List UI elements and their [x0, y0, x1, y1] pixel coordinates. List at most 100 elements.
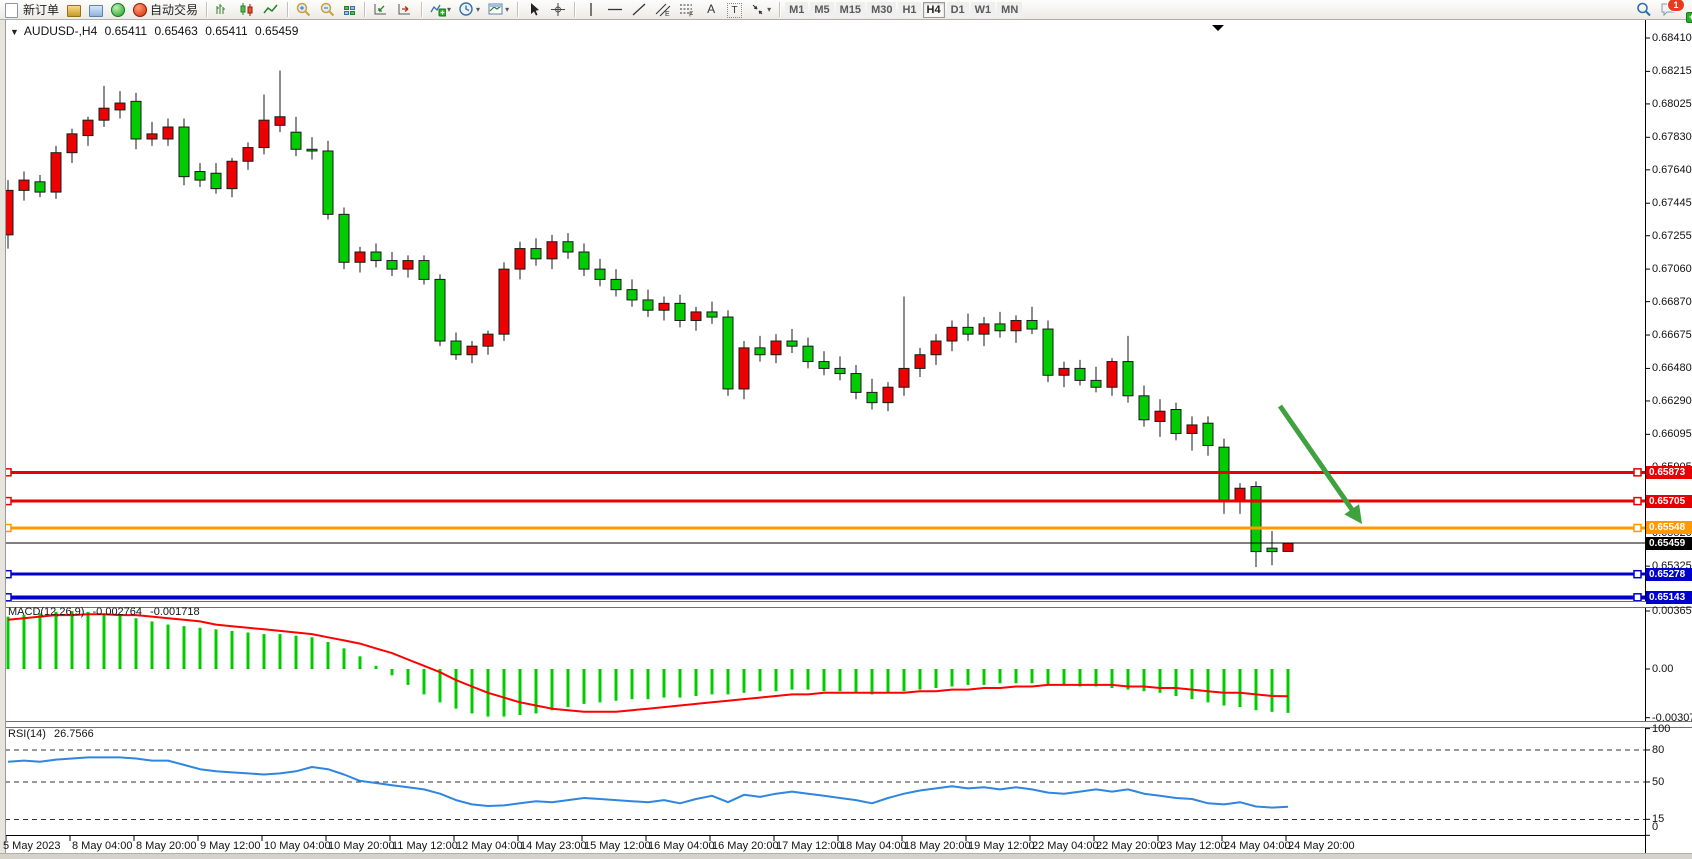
cursor-tool-button[interactable] [522, 1, 546, 18]
periods-clock-button[interactable]: ▾ [455, 1, 484, 18]
add-indicator-button[interactable]: ▾ [426, 1, 455, 18]
bear-candle [1043, 329, 1053, 375]
equidistant-channel-tool-button[interactable]: E [651, 1, 675, 18]
timeframe-mn-button[interactable]: MN [997, 2, 1022, 18]
auto-scroll-button[interactable] [369, 1, 393, 18]
crosshair-tool-button[interactable] [546, 1, 570, 18]
horizontal-line-tool-button[interactable] [603, 1, 627, 18]
macd-signal-value: -0.001718 [150, 606, 200, 618]
data-window-button[interactable] [85, 1, 107, 18]
svg-text:F: F [689, 12, 693, 18]
vertical-line-tool-button[interactable] [579, 1, 603, 18]
trading-terminal: + 新订单 自动交易 [0, 0, 1692, 859]
line-handle[interactable] [1634, 469, 1641, 476]
tile-windows-icon [344, 6, 356, 16]
toolbar-separator [287, 2, 288, 17]
horizontal-lines[interactable] [4, 469, 1645, 601]
bull-candle [931, 341, 941, 355]
collapse-triangle-icon[interactable]: ▼ [10, 27, 19, 37]
macd-panel [8, 611, 1288, 717]
chart-ohlc-title: ▼AUDUSD-,H4 0.65411 0.65463 0.65411 0.65… [10, 24, 302, 38]
window-left-border [0, 19, 6, 853]
arrows-tool-button[interactable]: ▾ [746, 1, 775, 18]
search-button[interactable] [1632, 1, 1656, 18]
candles [3, 71, 1293, 567]
vertical-line-icon [583, 2, 599, 17]
bear-candle [627, 290, 637, 300]
bull-candle [19, 180, 29, 190]
timeframe-h4-button[interactable]: H4 [923, 2, 945, 18]
zoom-out-button[interactable] [316, 1, 340, 18]
bar-chart-icon [215, 2, 231, 17]
bull-candle [979, 324, 989, 334]
chart-shift-button[interactable] [393, 1, 417, 18]
timeframe-h1-button[interactable]: H1 [898, 2, 920, 18]
bull-candle [883, 387, 893, 402]
bull-candle [227, 161, 237, 188]
bull-candle [275, 117, 285, 126]
periods-clock-icon [459, 2, 475, 17]
bull-candle [243, 148, 253, 162]
bull-candle [659, 303, 669, 310]
toolbar-separator [364, 2, 365, 17]
bear-candle [1139, 396, 1149, 420]
text-label-tool-button[interactable]: T [723, 1, 746, 18]
navigator-button[interactable] [107, 1, 129, 18]
zoom-in-icon [296, 2, 312, 17]
bear-candle [675, 303, 685, 320]
bull-candle [1235, 488, 1245, 500]
line-handle[interactable] [1634, 498, 1641, 505]
trendline-icon [631, 2, 647, 17]
bear-candle [819, 362, 829, 369]
macd-name: MACD(12,26,9) [8, 606, 84, 618]
candlestick-chart-button[interactable] [235, 1, 259, 18]
templates-button[interactable]: ▾ [484, 1, 513, 18]
candlestick-chart-icon [239, 2, 255, 17]
bear-candle [579, 252, 589, 269]
line-handle[interactable] [1634, 594, 1641, 601]
fibonacci-tool-button[interactable]: F [675, 1, 699, 18]
bull-candle [163, 127, 173, 139]
trendline-tool-button[interactable] [627, 1, 651, 18]
timeframe-w1-button[interactable]: W1 [971, 2, 996, 18]
tile-windows-button[interactable] [340, 1, 360, 18]
chat-button[interactable]: 1 [1656, 1, 1680, 18]
bull-candle [739, 348, 749, 389]
bull-candle [467, 346, 477, 355]
timeframe-m1-button[interactable]: M1 [785, 2, 808, 18]
zoom-in-button[interactable] [292, 1, 316, 18]
toolbar-separator [779, 2, 780, 17]
panel-splitter-macd[interactable] [0, 601, 1692, 608]
bull-candle [403, 261, 413, 270]
timeframe-m5-button[interactable]: M5 [810, 2, 833, 18]
search-icon [1636, 2, 1652, 17]
dropdown-caret-icon: ▾ [767, 5, 771, 14]
auto-scroll-icon [373, 2, 389, 17]
bull-candle [1011, 320, 1021, 330]
chart-symbol-period: AUDUSD-,H4 [24, 24, 97, 38]
macd-label: MACD(12,26,9) -0.002764 -0.001718 [8, 606, 205, 618]
new-order-button[interactable]: + 新订单 [0, 1, 63, 18]
line-handle[interactable] [1634, 524, 1641, 531]
bar-chart-button[interactable] [211, 1, 235, 18]
text-tool-button[interactable]: A [699, 1, 723, 18]
bear-candle [707, 312, 717, 317]
bull-candle [1187, 425, 1197, 434]
panel-splitter-rsi[interactable] [0, 721, 1692, 728]
bear-candle [195, 172, 205, 181]
chart-shift-marker [1212, 25, 1224, 31]
timeframe-m15-button[interactable]: M15 [836, 2, 865, 18]
bear-candle [755, 348, 765, 355]
timeframe-d1-button[interactable]: D1 [947, 2, 969, 18]
bear-candle [435, 279, 445, 341]
timeframe-m30-button[interactable]: M30 [867, 2, 896, 18]
equidistant-channel-icon: E [655, 2, 671, 17]
line-handle[interactable] [1634, 571, 1641, 578]
autotrading-button[interactable]: 自动交易 [129, 1, 202, 18]
bear-candle [1219, 447, 1229, 502]
market-watch-button[interactable] [63, 1, 85, 18]
line-chart-button[interactable] [259, 1, 283, 18]
chart-canvas[interactable] [0, 0, 1692, 859]
bear-candle [835, 368, 845, 373]
toolbar-separator [421, 2, 422, 17]
